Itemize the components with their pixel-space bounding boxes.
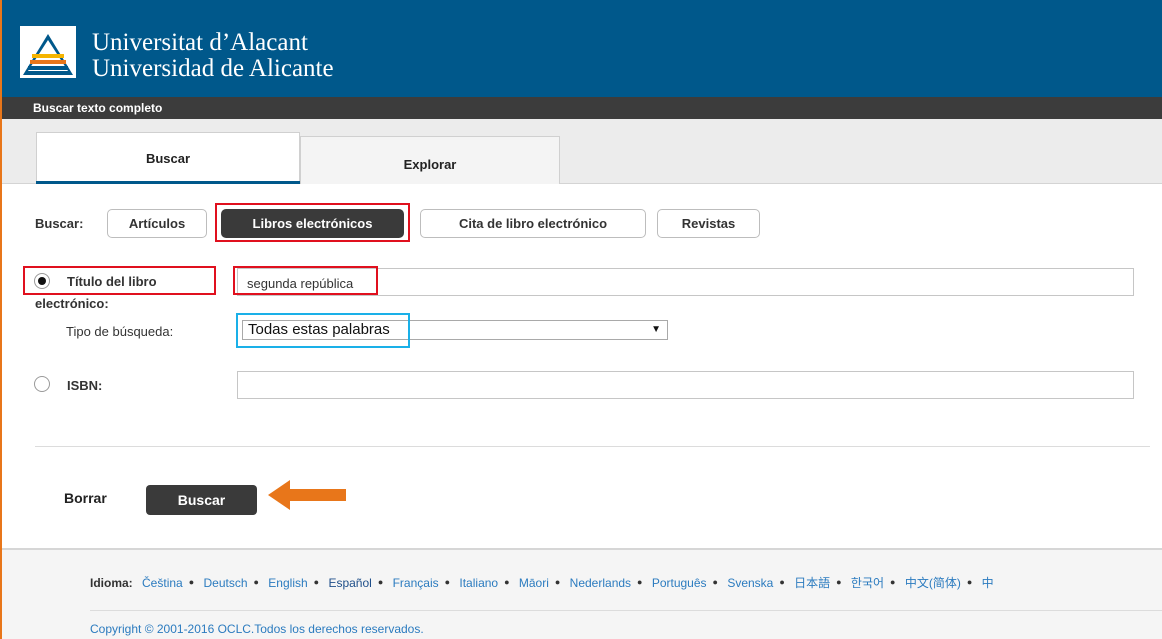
left-arrow-icon — [268, 480, 346, 510]
university-header: Universitat d’Alacant Universidad de Ali… — [2, 0, 1162, 97]
footer-divider — [90, 610, 1162, 611]
title-radio[interactable] — [34, 273, 50, 289]
language-label: Idioma: — [90, 576, 133, 590]
isbn-radio[interactable] — [34, 376, 50, 392]
lang-cestina[interactable]: Čeština — [142, 576, 183, 590]
search-mode-highlight — [236, 313, 410, 348]
university-logo-icon — [20, 26, 76, 78]
articles-button[interactable]: Artículos — [107, 209, 207, 238]
lang-portugues[interactable]: Português — [652, 576, 707, 590]
lang-svenska[interactable]: Svenska — [727, 576, 773, 590]
page-title-bar: Buscar texto completo — [2, 97, 1162, 119]
journals-button[interactable]: Revistas — [657, 209, 760, 238]
tab-explorar[interactable]: Explorar — [300, 136, 560, 184]
search-button[interactable]: Buscar — [146, 485, 257, 515]
language-selector: Idioma: Čeština ● Deutsch ● English ● Españ… — [90, 576, 994, 590]
active-tab-indicator — [36, 181, 300, 184]
ebook-citation-button[interactable]: Cita de libro electrónico — [420, 209, 646, 238]
tab-buscar[interactable]: Buscar — [36, 132, 300, 184]
tab-buscar-label: Buscar — [145, 151, 191, 166]
lang-english[interactable]: English — [268, 576, 307, 590]
university-name-valencian: Universitat d’Alacant — [92, 29, 308, 56]
university-name: Universitat d’Alacant Universidad de Ali… — [92, 30, 334, 82]
lang-nederlands[interactable]: Nederlands — [570, 576, 631, 590]
copyright-link[interactable]: Copyright © 2001-2016 OCLC.Todos los der… — [90, 622, 424, 636]
title-radio-dot — [38, 277, 46, 285]
title-label-cont: electrónico: — [35, 296, 109, 311]
tab-explorar-label: Explorar — [403, 157, 457, 172]
lang-deutsch[interactable]: Deutsch — [203, 576, 247, 590]
lang-chinese-truncated[interactable]: 中 — [982, 576, 994, 590]
lang-italiano[interactable]: Italiano — [459, 576, 498, 590]
dropdown-arrow-icon: ▼ — [651, 324, 661, 335]
search-type-label: Buscar: — [35, 216, 84, 231]
lang-francais[interactable]: Français — [393, 576, 439, 590]
clear-button[interactable]: Borrar — [64, 490, 107, 506]
isbn-label: ISBN: — [67, 378, 103, 393]
title-label: Título del libro — [67, 274, 157, 289]
isbn-input[interactable] — [237, 371, 1134, 399]
lang-japanese[interactable]: 日本語 — [794, 576, 830, 590]
lang-korean[interactable]: 한국어 — [851, 576, 884, 590]
ebooks-button[interactable]: Libros electrónicos — [221, 209, 404, 238]
lang-maori[interactable]: Māori — [519, 576, 549, 590]
form-divider — [35, 446, 1150, 447]
title-input-value: segunda república — [247, 276, 354, 291]
lang-espanol[interactable]: Español — [328, 576, 371, 590]
lang-chinese-simplified[interactable]: 中文(简体) — [905, 576, 961, 590]
university-name-spanish: Universidad de Alicante — [92, 55, 334, 82]
search-mode-label: Tipo de búsqueda: — [66, 324, 174, 339]
